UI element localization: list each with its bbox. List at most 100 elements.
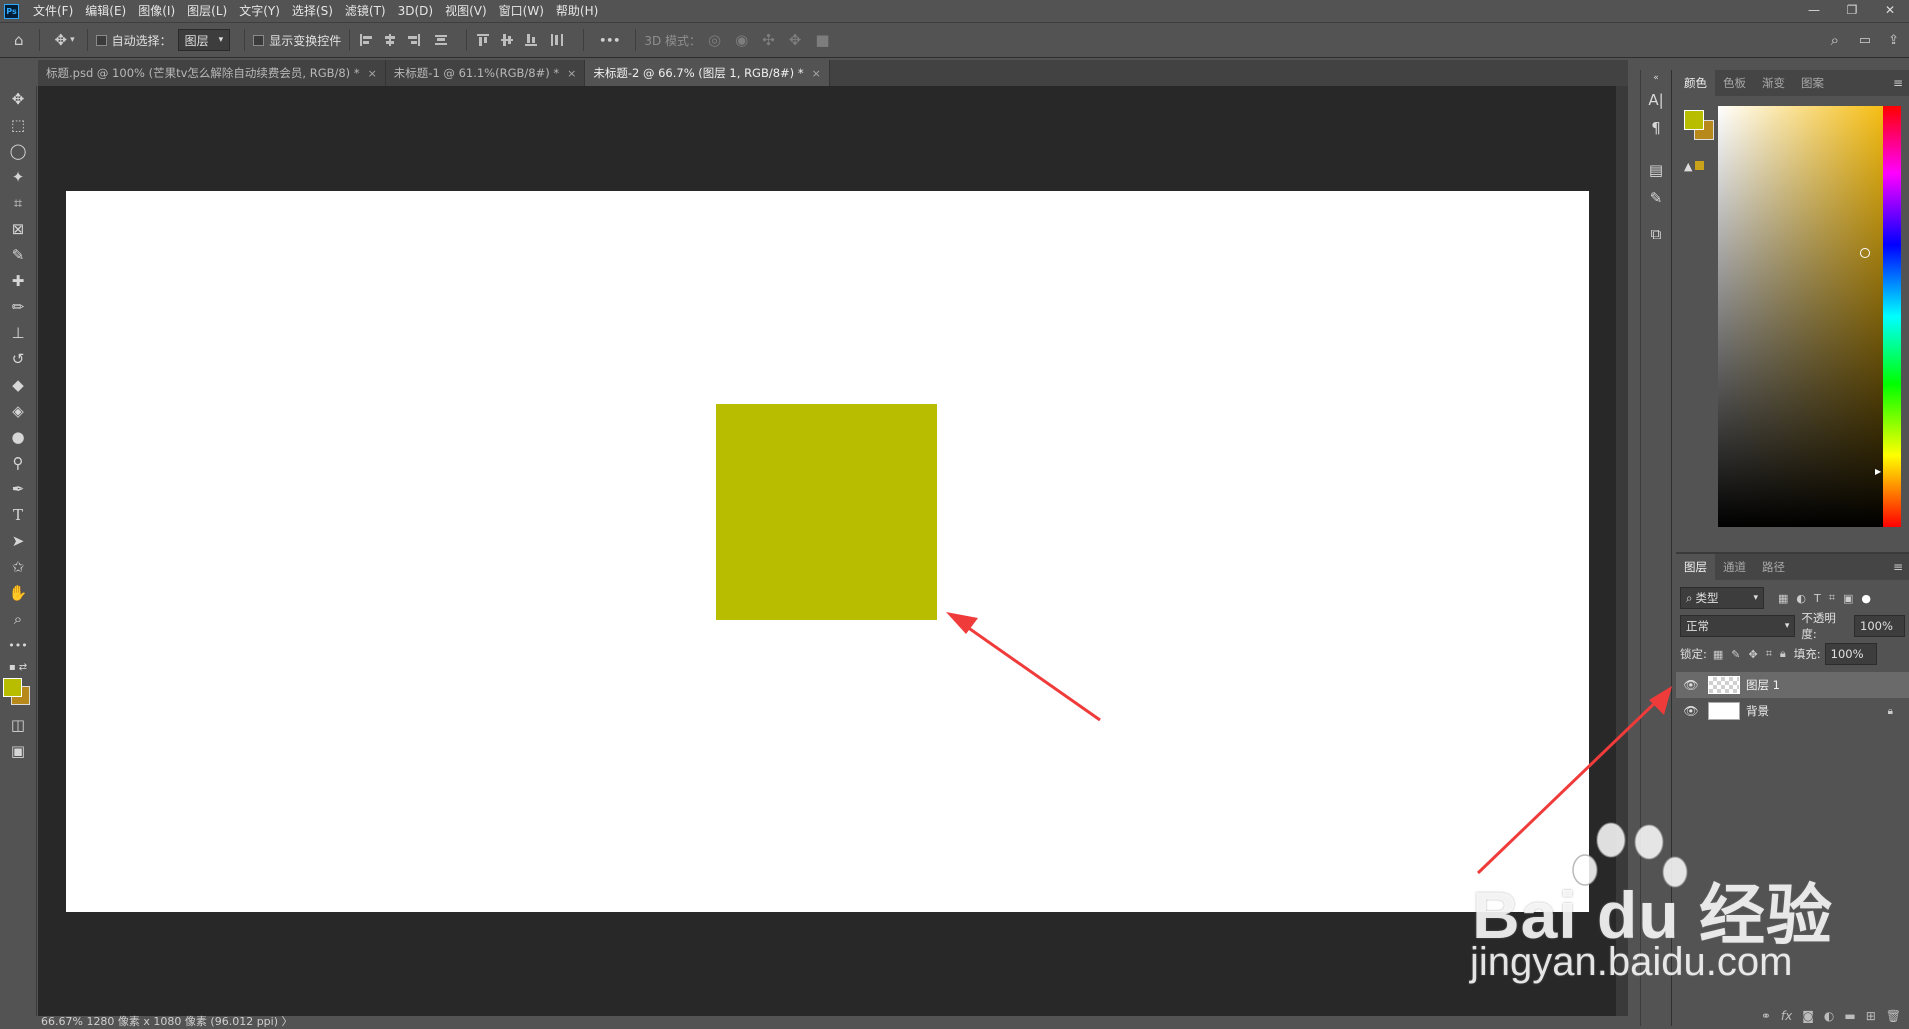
- slide-3d-icon[interactable]: ✥: [789, 31, 802, 49]
- auto-select-target-dropdown[interactable]: 图层 ▾: [177, 29, 231, 51]
- path-selection-tool-icon[interactable]: ➤: [0, 528, 36, 554]
- group-icon[interactable]: ▬: [1844, 1009, 1855, 1023]
- camera-3d-icon[interactable]: ■: [815, 31, 829, 49]
- default-colors-icon[interactable]: ▪ ⇄: [0, 658, 36, 676]
- layer-row[interactable]: 👁︎ 图层 1: [1676, 672, 1909, 698]
- filter-adjustment-icon[interactable]: ◐: [1796, 592, 1806, 605]
- hue-slider-handle[interactable]: ▶: [1875, 467, 1881, 476]
- libraries-icon[interactable]: ▤: [1641, 156, 1671, 184]
- eye-icon[interactable]: 👁︎: [1680, 678, 1702, 692]
- minimize-button[interactable]: —: [1795, 0, 1833, 22]
- workspace-icon[interactable]: ▭: [1859, 33, 1871, 48]
- panel-foreground-swatch[interactable]: [1684, 110, 1704, 130]
- color-field[interactable]: [1718, 106, 1896, 527]
- mask-icon[interactable]: ◙: [1802, 1009, 1814, 1023]
- brush-tool-icon[interactable]: ✏: [0, 294, 36, 320]
- hand-tool-icon[interactable]: ✋: [0, 580, 36, 606]
- color-picker-marker[interactable]: [1860, 248, 1870, 258]
- type-tool-icon[interactable]: T: [0, 502, 36, 528]
- crop-tool-icon[interactable]: ⌗: [0, 190, 36, 216]
- layer-filter-dropdown[interactable]: ⌕ 类型 ▾: [1680, 587, 1764, 609]
- move-tool-icon[interactable]: ✥: [55, 31, 68, 49]
- adjustment-icon[interactable]: ◐: [1824, 1009, 1834, 1023]
- fx-icon[interactable]: fx: [1781, 1009, 1792, 1023]
- align-buttons[interactable]: [358, 32, 458, 48]
- lock-transparent-icon[interactable]: ▦: [1713, 648, 1723, 661]
- share-icon[interactable]: ⇪: [1888, 33, 1899, 48]
- menu-layer[interactable]: 图层(L): [181, 0, 233, 22]
- quick-mask-icon[interactable]: ◫: [0, 712, 36, 738]
- lock-artboard-icon[interactable]: ⌗: [1766, 647, 1772, 661]
- close-icon[interactable]: ×: [812, 67, 821, 80]
- home-icon[interactable]: ⌂: [14, 31, 24, 49]
- menu-filter[interactable]: 滤镜(T): [339, 0, 392, 22]
- magic-wand-tool-icon[interactable]: ✦: [0, 164, 36, 190]
- brush-settings-icon[interactable]: ✎: [1641, 184, 1671, 212]
- chevron-down-icon[interactable]: ▾: [70, 35, 75, 45]
- filter-pixel-icon[interactable]: ▦: [1778, 592, 1788, 605]
- menu-select[interactable]: 选择(S): [286, 0, 339, 22]
- move-tool-icon[interactable]: ✥: [0, 86, 36, 112]
- tab-document-2[interactable]: 未标题-1 @ 61.1%(RGB/8#) * ×: [386, 60, 586, 86]
- roll-3d-icon[interactable]: ◉: [735, 31, 748, 49]
- color-swatches[interactable]: [0, 676, 36, 712]
- menu-type[interactable]: 文字(Y): [233, 0, 286, 22]
- lock-all-icon[interactable]: 🔒︎: [1780, 647, 1786, 661]
- healing-brush-tool-icon[interactable]: ✚: [0, 268, 36, 294]
- frame-tool-icon[interactable]: ⊠: [0, 216, 36, 242]
- properties-icon[interactable]: ⧉: [1641, 220, 1671, 248]
- screen-mode-icon[interactable]: ▣: [0, 738, 36, 764]
- marquee-tool-icon[interactable]: ⬚: [0, 112, 36, 138]
- tab-gradients[interactable]: 渐变: [1754, 70, 1793, 96]
- tab-swatches[interactable]: 色板: [1715, 70, 1754, 96]
- menu-view[interactable]: 视图(V): [439, 0, 493, 22]
- history-brush-tool-icon[interactable]: ↺: [0, 346, 36, 372]
- eyedropper-tool-icon[interactable]: ✎: [0, 242, 36, 268]
- close-button[interactable]: ✕: [1871, 0, 1909, 22]
- lock-image-icon[interactable]: ✎: [1731, 648, 1740, 661]
- close-icon[interactable]: ×: [368, 67, 377, 80]
- filter-smart-object-icon[interactable]: ▣: [1843, 592, 1853, 605]
- dodge-tool-icon[interactable]: ⚲: [0, 450, 36, 476]
- panel-menu-icon[interactable]: ≡: [1893, 554, 1909, 580]
- tab-channels[interactable]: 通道: [1715, 554, 1754, 580]
- orbit-3d-icon[interactable]: ◎: [708, 31, 721, 49]
- search-icon[interactable]: ⌕: [1831, 31, 1839, 49]
- shape-tool-icon[interactable]: ✩: [0, 554, 36, 580]
- tab-color[interactable]: 颜色: [1676, 70, 1715, 96]
- blend-mode-dropdown[interactable]: 正常 ▾: [1680, 615, 1796, 637]
- yellow-square-layer[interactable]: [716, 404, 937, 620]
- auto-select-checkbox[interactable]: 自动选择：: [95, 32, 172, 49]
- checkbox-box[interactable]: [95, 34, 107, 46]
- eraser-tool-icon[interactable]: ◆: [0, 372, 36, 398]
- fill-input[interactable]: 100%: [1824, 643, 1877, 665]
- lock-position-icon[interactable]: ✥: [1749, 648, 1758, 661]
- foreground-color-swatch[interactable]: [3, 678, 22, 697]
- filter-toggle-icon[interactable]: ●: [1861, 592, 1871, 605]
- zoom-tool-icon[interactable]: ⌕: [0, 606, 36, 632]
- blur-tool-icon[interactable]: ●: [0, 424, 36, 450]
- show-transform-checkbox[interactable]: 显示变换控件: [253, 32, 341, 49]
- menu-file[interactable]: 文件(F): [27, 0, 79, 22]
- tab-document-1[interactable]: 标题.psd @ 100% (芒果tv怎么解除自动续费会员, RGB/8) * ×: [38, 60, 386, 86]
- new-layer-icon[interactable]: ⊞: [1866, 1009, 1876, 1023]
- restore-button[interactable]: ❐: [1833, 0, 1871, 22]
- clone-stamp-tool-icon[interactable]: ⊥: [0, 320, 36, 346]
- filter-shape-icon[interactable]: ⌗: [1829, 591, 1835, 605]
- menu-window[interactable]: 窗口(W): [493, 0, 550, 22]
- close-icon[interactable]: ×: [567, 67, 576, 80]
- paragraph-panel-icon[interactable]: ¶: [1641, 114, 1671, 142]
- lasso-tool-icon[interactable]: ◯: [0, 138, 36, 164]
- more-tools-icon[interactable]: •••: [0, 632, 36, 658]
- opacity-input[interactable]: 100%: [1854, 615, 1905, 637]
- more-options-button[interactable]: •••: [599, 34, 620, 47]
- collapse-icon[interactable]: «: [1641, 70, 1671, 86]
- link-icon[interactable]: ⚭: [1761, 1009, 1771, 1023]
- pen-tool-icon[interactable]: ✒: [0, 476, 36, 502]
- eye-icon[interactable]: 👁︎: [1680, 704, 1702, 718]
- panel-menu-icon[interactable]: ≡: [1893, 70, 1909, 96]
- gamut-warning-icon[interactable]: ▲: [1684, 160, 1705, 173]
- menu-image[interactable]: 图像(I): [132, 0, 181, 22]
- menu-edit[interactable]: 编辑(E): [79, 0, 132, 22]
- paint-bucket-tool-icon[interactable]: ◈: [0, 398, 36, 424]
